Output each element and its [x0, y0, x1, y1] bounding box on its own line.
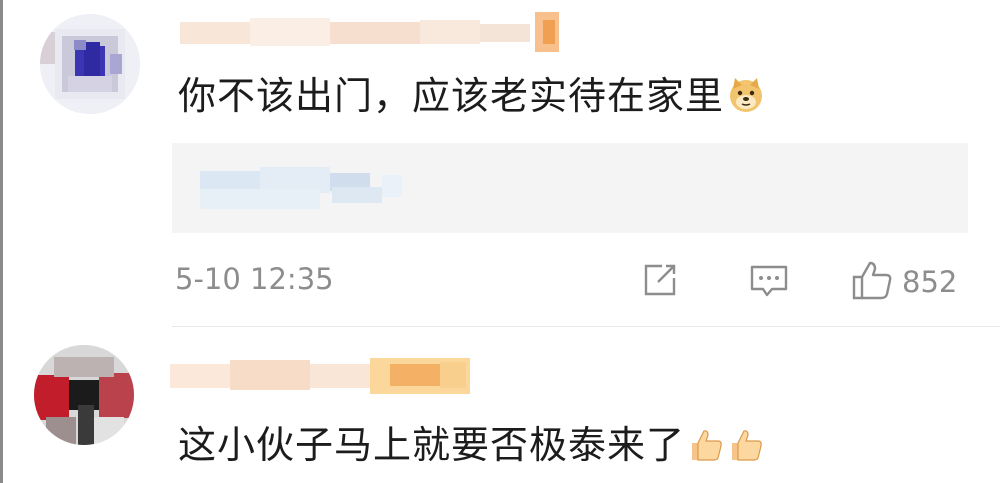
quoted-reply-blurred[interactable] [172, 143, 968, 233]
doge-emoji-icon [726, 75, 766, 126]
timestamp: 5-10 12:35 [175, 262, 334, 296]
comment-item: 这小伙子马上就要否极泰来了 [0, 330, 1000, 483]
comment-body: 你不该出门，应该老实待在家里 [178, 74, 725, 118]
comment-item: 你不该出门，应该老实待在家里 5-10 12:35 852 [0, 0, 1000, 330]
comment-body: 这小伙子马上就要否极泰来了 [178, 423, 686, 467]
share-button[interactable] [640, 258, 680, 306]
comment-button[interactable] [748, 258, 790, 306]
avatar[interactable] [34, 345, 134, 445]
thumbs-up-icon [850, 258, 894, 306]
comment-text: 这小伙子马上就要否极泰来了 [178, 421, 765, 475]
divider [172, 326, 1000, 327]
thumbs-up-emoji-icon [727, 426, 765, 475]
comment-icon [748, 260, 790, 304]
like-button[interactable]: 852 [850, 258, 957, 306]
like-count: 852 [902, 265, 958, 299]
share-icon [640, 260, 680, 304]
avatar[interactable] [40, 14, 140, 114]
username-blurred[interactable] [170, 352, 480, 400]
username-blurred[interactable] [170, 8, 580, 56]
thumbs-up-emoji-icon [687, 426, 725, 475]
comment-text: 你不该出门，应该老实待在家里 [178, 72, 766, 126]
